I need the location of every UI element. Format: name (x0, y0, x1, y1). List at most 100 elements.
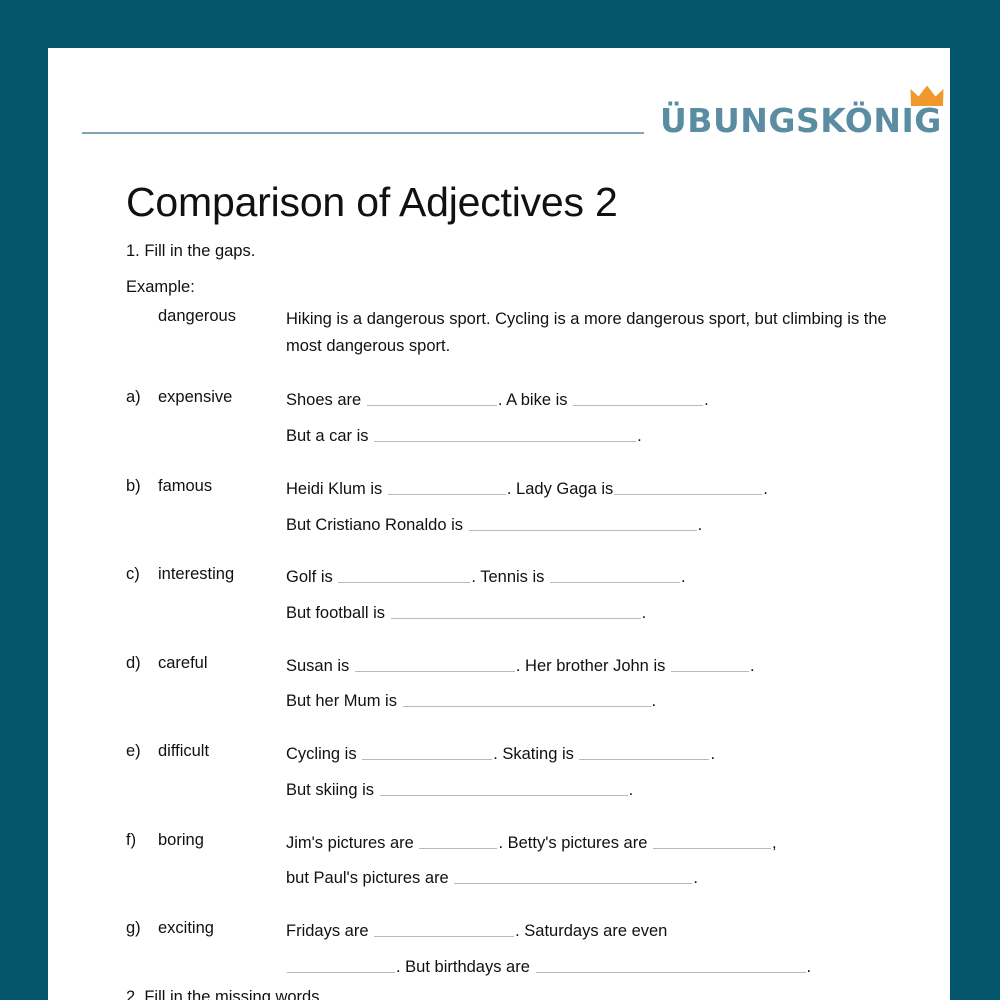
exercise-sentence: Hiking is a dangerous sport. Cycling is … (286, 306, 916, 359)
sentence-line: Fridays are . Saturdays are even (286, 918, 916, 945)
sentence-text: . Tennis is (471, 568, 550, 587)
exercise-row: a) expensive Shoes are . A bike is . But a … (126, 387, 916, 449)
exercise-letter: g) (126, 919, 141, 938)
sentence-text: . Saturdays are even (515, 922, 668, 941)
worksheet-page: ÜBUNGSKÖNIG Comparison of Adjectives 2 1… (48, 48, 950, 1000)
exercise-letter (126, 306, 158, 307)
sentence-line: But a car is . (286, 423, 916, 450)
sentence-line: Golf is . Tennis is . (286, 564, 916, 591)
exercise-sentence: Susan is . Her brother John is . But her … (286, 653, 916, 715)
exercise-row: e) difficult Cycling is . Skating is . But … (126, 741, 916, 803)
sentence-line: Jim's pictures are . Betty's pictures ar… (286, 830, 916, 857)
answer-blank[interactable] (379, 779, 628, 796)
exercise-adjective: boring (158, 830, 204, 849)
exercise-sentence: Heidi Klum is . Lady Gaga is. But Cristia… (286, 476, 916, 538)
exercise-adjective: expensive (158, 388, 233, 407)
sentence-text: . But birthdays are (396, 957, 535, 976)
task-2-instruction: 2. Fill in the missing words. (126, 988, 325, 1000)
sentence-line: Cycling is . Skating is . (286, 741, 916, 768)
answer-blank[interactable] (670, 655, 749, 672)
answer-blank[interactable] (535, 956, 806, 973)
sentence-text: Fridays are (286, 922, 374, 941)
exercise-row: b) famous Heidi Klum is . Lady Gaga is. But… (126, 476, 916, 538)
answer-blank[interactable] (419, 832, 498, 849)
answer-blank[interactable] (374, 920, 515, 938)
answer-blank[interactable] (614, 478, 763, 495)
answer-blank[interactable] (652, 832, 771, 849)
answer-blank[interactable] (579, 744, 710, 761)
answer-blank[interactable] (287, 956, 395, 973)
sentence-line: Susan is . Her brother John is . (286, 653, 916, 680)
sentence-text: . (641, 604, 647, 623)
exercise-letter: b) (126, 476, 141, 495)
sentence-text: . Skating is (493, 745, 579, 764)
exercise-adjective: careful (158, 653, 208, 672)
sentence-text: . (651, 692, 657, 711)
sentence-text: . (710, 745, 716, 764)
exercise-sentence: Fridays are . Saturdays are even . But bi… (286, 918, 916, 980)
answer-blank[interactable] (468, 514, 697, 531)
exercise-list: dangerous Hiking is a dangerous sport. Cy… (126, 306, 916, 1000)
exercise-row: c) interesting Golf is . Tennis is . But fo… (126, 564, 916, 626)
sentence-text: . Lady Gaga is (506, 479, 614, 498)
answer-blank[interactable] (354, 655, 515, 672)
sentence-text: . (697, 515, 703, 534)
sentence-text: . (704, 391, 709, 410)
sentence-line: But skiing is . (286, 777, 916, 804)
exercise-sentence: Golf is . Tennis is . But football is . (286, 564, 916, 626)
exercise-adjective: dangerous (158, 307, 236, 325)
exercise-sentence: Jim's pictures are . Betty's pictures ar… (286, 830, 916, 892)
sentence-line: Shoes are . A bike is . (286, 387, 916, 414)
task-1-instruction: 1. Fill in the gaps. (126, 242, 256, 260)
answer-blank[interactable] (374, 425, 637, 443)
exercise-adjective: interesting (158, 565, 235, 584)
exercise-letter: c) (126, 565, 140, 584)
sentence-text: . (681, 568, 686, 587)
exercise-letter: a) (126, 388, 141, 407)
answer-blank[interactable] (366, 390, 497, 407)
sentence-text: Shoes are (286, 391, 366, 410)
answer-blank[interactable] (402, 691, 651, 708)
answer-blank[interactable] (573, 390, 704, 407)
exercise-adjective: famous (158, 476, 213, 495)
exercise-sentence: Shoes are . A bike is . But a car is . (286, 387, 916, 449)
sentence-line: Heidi Klum is . Lady Gaga is. (286, 476, 916, 503)
sentence-text: but Paul's pictures are (286, 869, 454, 888)
answer-blank[interactable] (454, 868, 693, 885)
answer-blank[interactable] (362, 744, 493, 761)
exercise-letter: d) (126, 653, 141, 672)
answer-blank[interactable] (390, 602, 641, 620)
brand-logo: ÜBUNGSKÖNIG (660, 85, 944, 137)
sentence-text: But her Mum is (286, 692, 402, 711)
sentence-text: Golf is (286, 568, 338, 587)
exercise-adjective: difficult (158, 742, 210, 761)
sentence-text: . (806, 957, 812, 976)
sentence-line: But Cristiano Ronaldo is . (286, 512, 916, 539)
crown-icon (910, 85, 944, 107)
sentence-text: . (628, 780, 634, 799)
sentence-line: But football is . (286, 600, 916, 627)
answer-blank[interactable] (338, 567, 471, 584)
sentence-text: . Her brother John is (515, 656, 670, 675)
sentence-line: Hiking is a dangerous sport. Cycling is … (286, 306, 916, 359)
sentence-line: But her Mum is . (286, 688, 916, 715)
page-header: ÜBUNGSKÖNIG (82, 82, 944, 150)
sentence-text: Hiking is a dangerous sport. Cycling is … (286, 310, 887, 355)
header-divider (82, 132, 644, 134)
sentence-text: . (749, 656, 755, 675)
sentence-text: . (637, 427, 642, 446)
sentence-text: , (771, 833, 777, 852)
sentence-text: Jim's pictures are (286, 833, 419, 852)
sentence-text: But football is (286, 604, 390, 623)
exercise-row: f) boring Jim's pictures are . Betty's pic… (126, 830, 916, 892)
exercise-row: g) exciting Fridays are . Saturdays are ev… (126, 918, 916, 980)
sentence-text: . A bike is (497, 391, 573, 410)
sentence-text: . (693, 869, 698, 888)
sentence-text: . Betty's pictures are (498, 833, 652, 852)
example-row: dangerous Hiking is a dangerous sport. Cy… (126, 306, 916, 359)
exercise-sentence: Cycling is . Skating is . But skiing is . (286, 741, 916, 803)
answer-blank[interactable] (550, 567, 681, 584)
sentence-line: but Paul's pictures are . (286, 865, 916, 892)
answer-blank[interactable] (387, 478, 506, 495)
sentence-text: But skiing is (286, 780, 379, 799)
